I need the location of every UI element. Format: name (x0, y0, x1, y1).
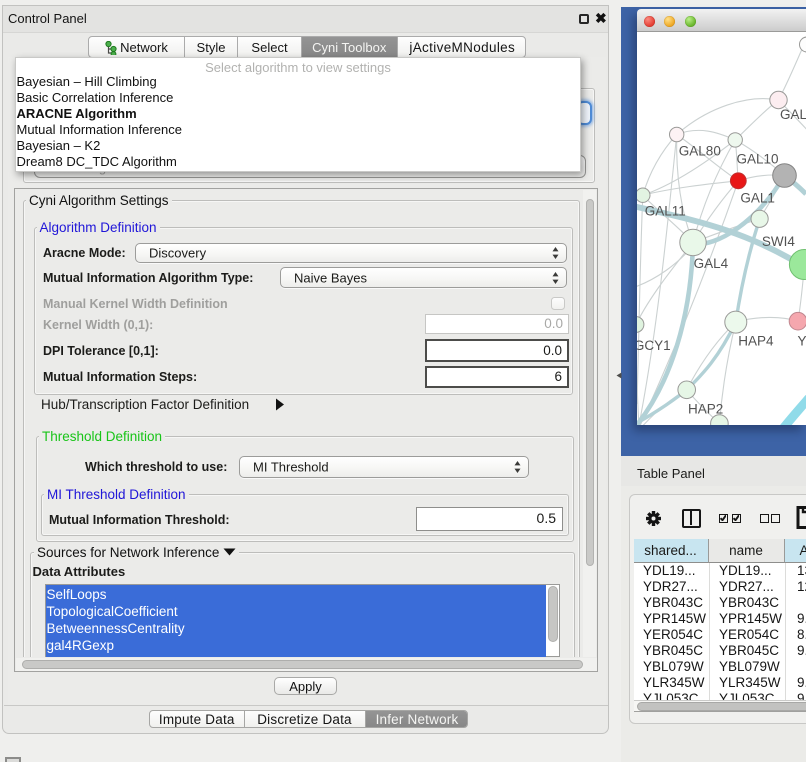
svg-text:HAP4: HAP4 (738, 333, 774, 348)
svg-text:SWI4: SWI4 (762, 234, 795, 249)
svg-text:GCY1: GCY1 (637, 338, 671, 353)
svg-text:GAL11: GAL11 (645, 203, 686, 218)
svg-text:HAP2: HAP2 (688, 401, 723, 416)
svg-text:GAL10: GAL10 (737, 151, 779, 166)
svg-text:GAL2: GAL2 (780, 107, 806, 122)
svg-text:YM: YM (798, 333, 806, 348)
svg-text:GAL1: GAL1 (740, 190, 775, 205)
svg-text:GAL80: GAL80 (679, 143, 721, 158)
svg-text:GAL4: GAL4 (694, 256, 729, 271)
